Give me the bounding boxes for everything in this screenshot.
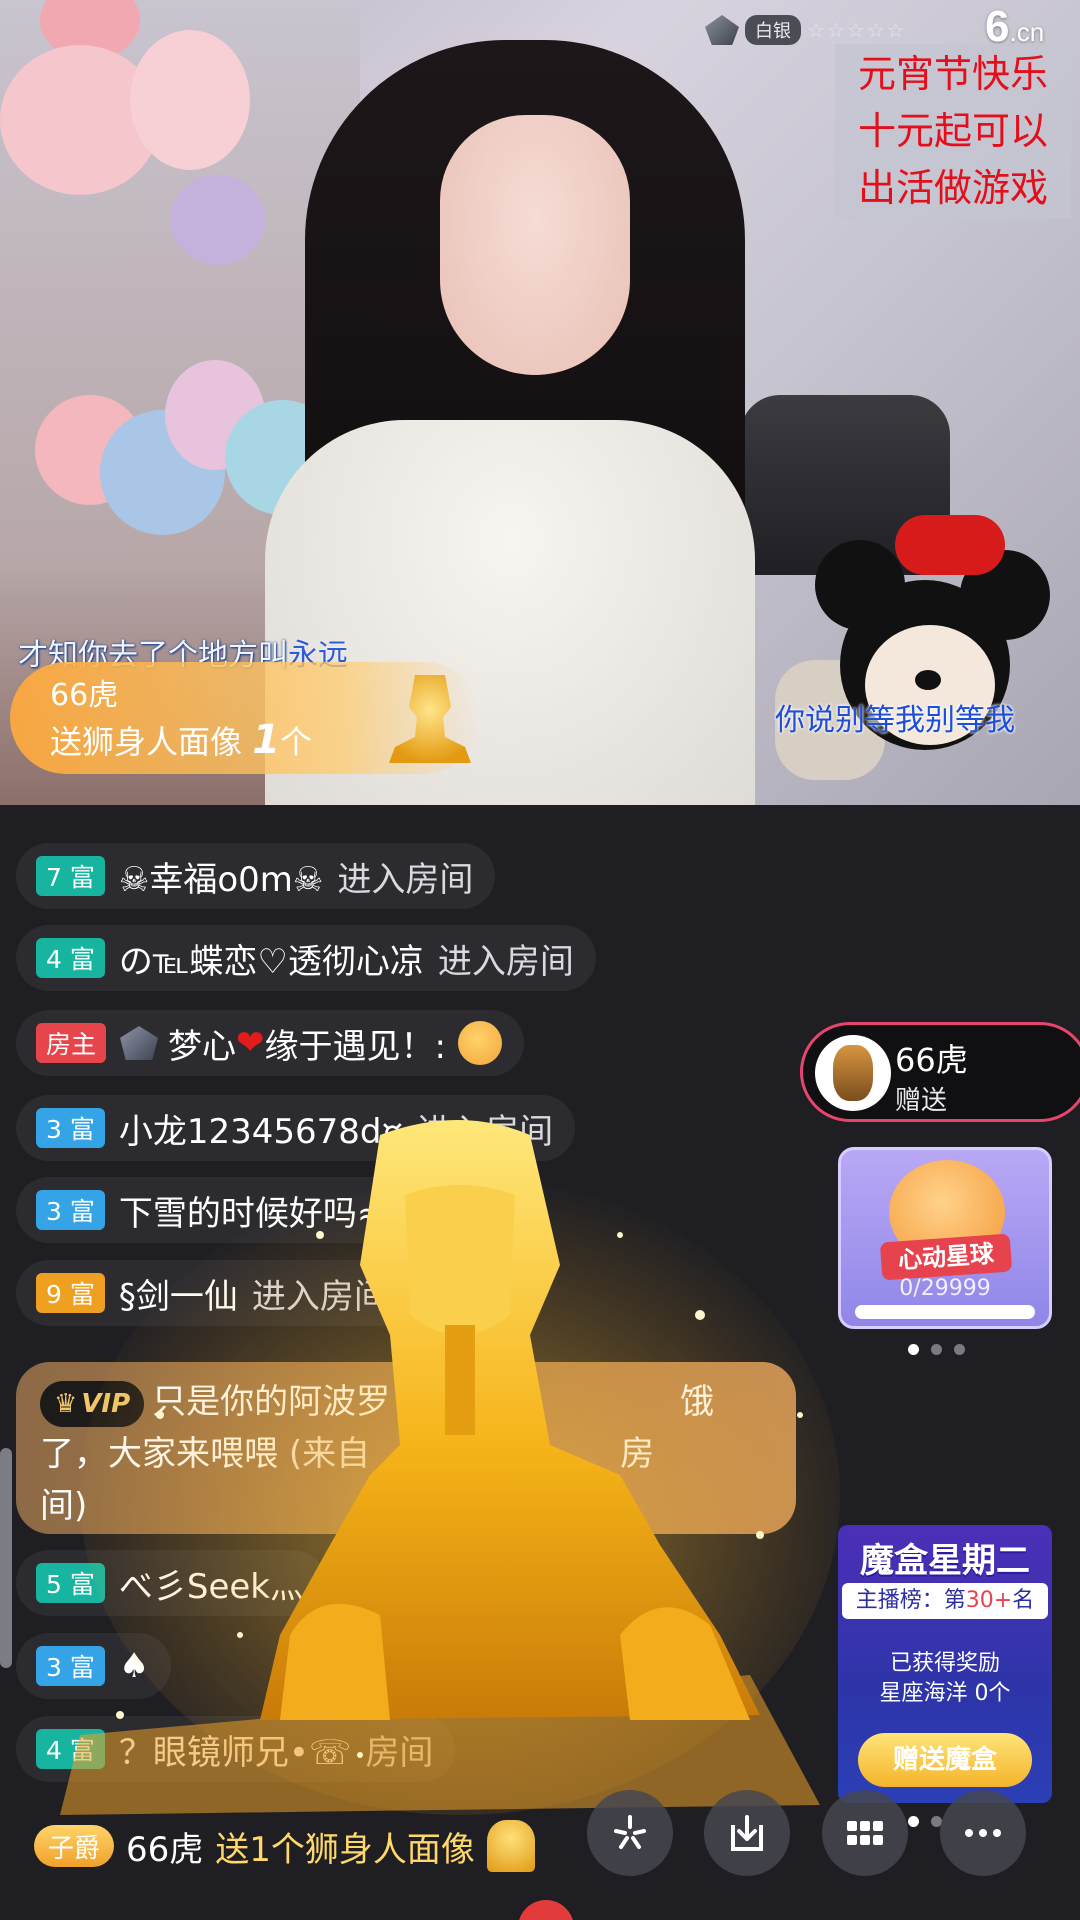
more-icon xyxy=(965,1829,1001,1837)
chat-username[interactable]: 梦心 xyxy=(168,1019,236,1068)
magic-box-title: 魔盒星期二 xyxy=(860,1541,1030,1581)
chat-text: 进入房间 xyxy=(251,1276,388,1317)
promo-line: 十元起可以 xyxy=(857,109,1048,153)
wealth-badge: 5 富 xyxy=(36,1563,105,1603)
wealth-badge: 4 富 xyxy=(36,938,105,978)
host-badge: 房主 xyxy=(36,1023,107,1063)
chat-username[interactable]: の℡蝶恋♡透彻心凉 xyxy=(119,934,424,983)
chat-message[interactable]: 3 富 ♠ xyxy=(16,1633,172,1699)
promo-sign: 元宵节快乐 十元起可以 出活做游戏 xyxy=(835,44,1071,219)
heart-planet-progress xyxy=(855,1305,1035,1319)
chat-message[interactable]: 房主 梦心 ❤ 缘于遇见！: xyxy=(16,1010,524,1076)
lyric-line-right: 你说别等我别等我 xyxy=(775,703,1015,738)
share-icon xyxy=(614,1815,646,1849)
host-level-badge[interactable]: 白银 ☆☆☆☆☆ xyxy=(705,14,907,46)
more-button[interactable] xyxy=(940,1790,1026,1876)
download-button[interactable] xyxy=(704,1790,790,1876)
chat-username[interactable]: ？眼镜师兄•☏ xyxy=(119,1725,352,1774)
heart-planet-title: 心动星球 xyxy=(879,1233,1013,1281)
chat-message[interactable]: 3 富 小龙12345678d¤ 进入房间 xyxy=(16,1095,576,1161)
chat-username[interactable]: 小龙12345678d¤ xyxy=(119,1104,403,1153)
promo-line: 元宵节快乐 xyxy=(857,52,1048,96)
host-rank: 主播榜：第30+名 xyxy=(842,1583,1048,1619)
chat-message[interactable]: 7 富 ☠幸福o0m☠ 进入房间 xyxy=(16,843,496,909)
vip-badge: ♛ VIP xyxy=(40,1380,145,1427)
magic-box-card[interactable]: 魔盒星期二 主播榜：第30+名 已获得奖励 星座海洋 0个 赠送魔盒 xyxy=(838,1525,1052,1803)
chat-username[interactable]: ♠ xyxy=(119,1646,149,1686)
vip-chat-message[interactable]: ♛ VIP 只是你的阿波罗饿 了，大家来喂喂 (来自房 间) xyxy=(16,1362,796,1534)
wealth-badge: 3 富 xyxy=(36,1190,105,1230)
level-stars: ☆☆☆☆☆ xyxy=(807,18,907,42)
chat-text: 进入房间 xyxy=(337,859,474,900)
wealth-badge: 3 富 xyxy=(36,1108,105,1148)
host-face xyxy=(440,115,630,375)
chat-message[interactable]: 5 富 べ彡Seek灬 xyxy=(16,1550,326,1616)
chat-username[interactable]: べ彡Seek灬 xyxy=(119,1559,304,1608)
gift-description: 送狮身人面像 1个 xyxy=(50,717,313,763)
wealth-badge: 7 富 xyxy=(36,856,105,896)
reward-label: 已获得奖励 xyxy=(889,1651,1000,1676)
carousel-indicator xyxy=(908,1816,942,1827)
emoji-icon xyxy=(457,1021,502,1065)
heart-planet-card[interactable]: 心动星球 0/29999 xyxy=(838,1147,1052,1329)
chat-text: 进入房间 xyxy=(437,941,574,982)
balloon xyxy=(170,175,265,265)
level-gem-icon xyxy=(705,15,739,45)
sphinx-gift-icon xyxy=(389,675,471,763)
level-label: 白银 xyxy=(745,15,801,45)
live-video[interactable]: 白银 ☆☆☆☆☆ 6.cn 元宵节快乐 十元起可以 出活做游戏 才知你去了个地方… xyxy=(0,0,1080,805)
wealth-badge: 9 富 xyxy=(36,1273,105,1313)
sender-name: 66虎 xyxy=(895,1041,968,1079)
chat-username[interactable]: ☠幸福o0m☠ xyxy=(119,852,324,901)
carousel-indicator xyxy=(908,1344,965,1355)
wealth-badge: 4 富 xyxy=(36,1729,105,1769)
side-drawer-handle[interactable] xyxy=(0,1448,12,1668)
download-icon xyxy=(731,1815,763,1851)
gift-notification-banner: 66虎 送狮身人面像 1个 xyxy=(10,662,480,774)
chat-username[interactable]: 下雪的时候好吗≈ xyxy=(119,1186,386,1235)
carousel-dot[interactable] xyxy=(931,1344,942,1355)
gift-chat-message[interactable]: 子爵 66虎 送1个狮身人面像 xyxy=(34,1820,535,1872)
chat-username[interactable]: 66虎 xyxy=(126,1822,203,1871)
send-magic-box-button[interactable]: 赠送魔盒 xyxy=(858,1733,1032,1787)
chat-text: 房间 xyxy=(365,1732,434,1773)
crown-icon: ♛ xyxy=(54,1388,78,1419)
balloon xyxy=(130,30,250,170)
noble-badge: 子爵 xyxy=(34,1825,115,1867)
chat-message[interactable]: 4 富 の℡蝶恋♡透彻心凉 进入房间 xyxy=(16,925,596,991)
carousel-dot[interactable] xyxy=(908,1344,919,1355)
avatar[interactable] xyxy=(815,1035,891,1111)
grid-icon xyxy=(847,1821,883,1845)
rank-crown-icon xyxy=(120,1026,159,1060)
chat-text: 送1个狮身人面像 xyxy=(215,1829,475,1870)
chat-text: 进入房间 xyxy=(417,1111,554,1152)
sphinx-gift-icon xyxy=(486,1820,535,1872)
reward-value: 星座海洋 0个 xyxy=(879,1681,1011,1706)
gift-sender-card[interactable]: 66虎 赠送 xyxy=(800,1022,1080,1122)
share-button[interactable] xyxy=(587,1790,673,1876)
chat-text: 缘于遇见！: xyxy=(264,1026,446,1067)
wealth-badge: 3 富 xyxy=(36,1646,105,1686)
plush-toy xyxy=(745,515,1050,805)
menu-grid-button[interactable] xyxy=(822,1790,908,1876)
chat-message[interactable]: 9 富 §剑一仙 进入房间 xyxy=(16,1260,410,1326)
carousel-dot[interactable] xyxy=(954,1344,965,1355)
heart-icon: ❤ xyxy=(236,1023,265,1063)
chat-message[interactable]: 3 富 下雪的时候好吗≈ xyxy=(16,1177,408,1243)
chat-message[interactable]: 4 富 ？眼镜师兄•☏ 房间 xyxy=(16,1716,456,1782)
promo-line: 出活做游戏 xyxy=(857,166,1048,210)
heart-planet-count: 0/29999 xyxy=(899,1276,991,1301)
gift-sender-name: 66虎 xyxy=(50,678,119,713)
chat-username[interactable]: §剑一仙 xyxy=(119,1269,238,1318)
carousel-dot[interactable] xyxy=(908,1816,919,1827)
sender-action: 赠送 xyxy=(895,1086,948,1116)
